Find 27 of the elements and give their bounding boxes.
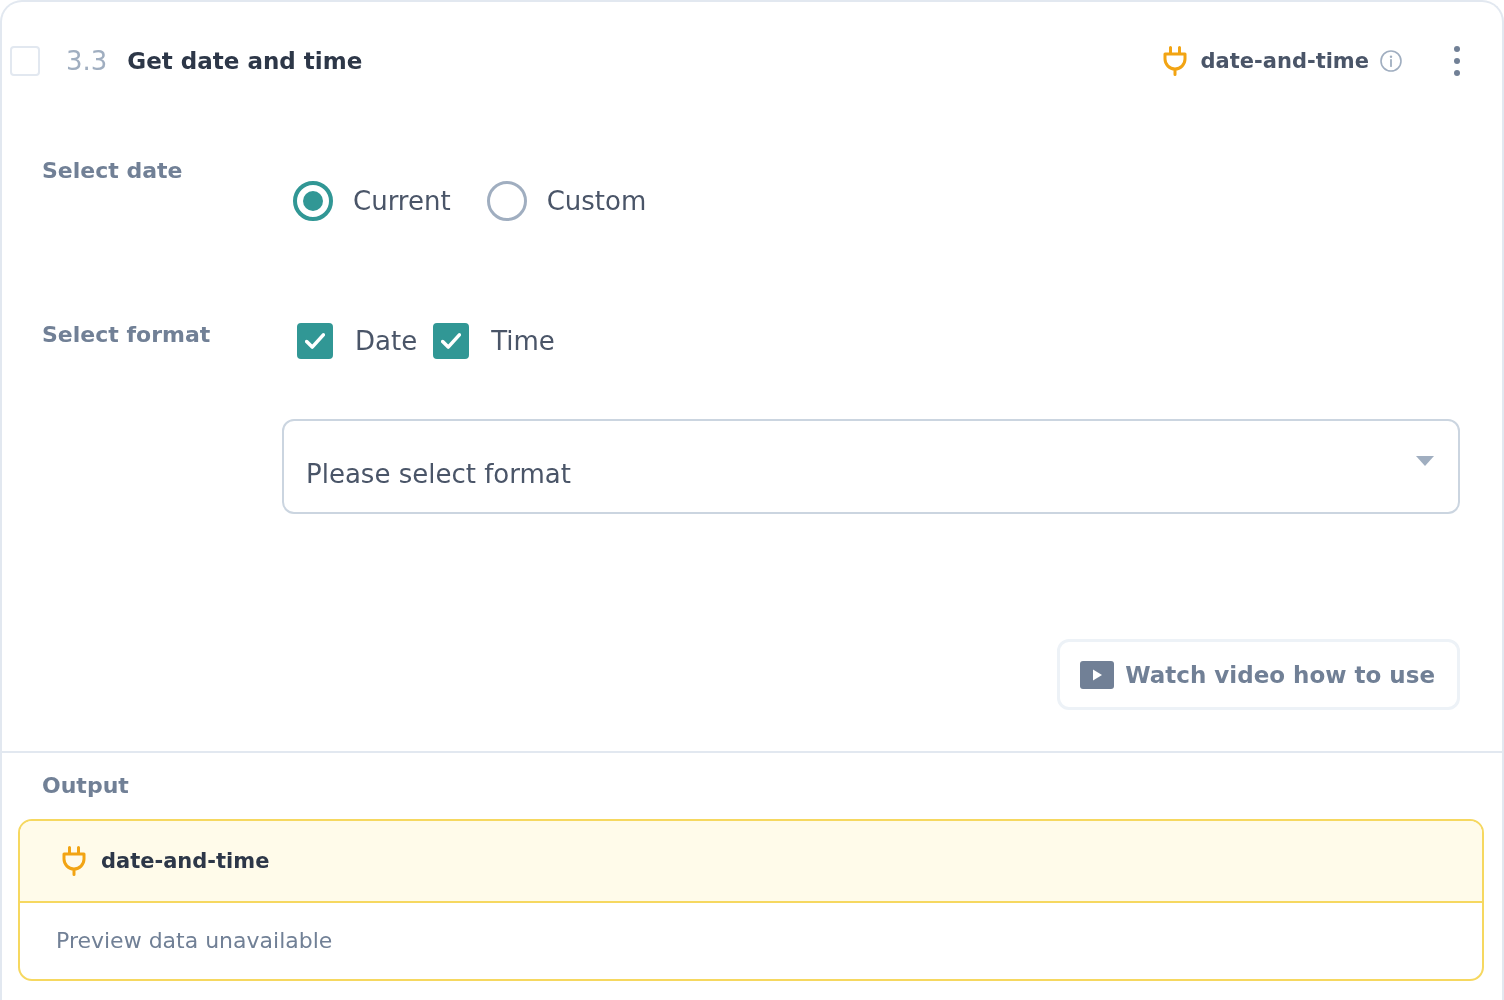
- step-number: 3.3: [66, 46, 108, 76]
- checkbox[interactable]: [433, 323, 470, 359]
- output-title: Output: [42, 772, 129, 800]
- step-checkbox[interactable]: [10, 46, 40, 76]
- checkbox-label[interactable]: Time: [491, 325, 555, 357]
- radio-button[interactable]: [486, 181, 527, 221]
- check-icon: [305, 333, 325, 349]
- radio-button[interactable]: [293, 181, 333, 221]
- check-icon: [441, 333, 462, 349]
- video-play-icon: [1080, 660, 1115, 689]
- field-label: Select date: [42, 157, 183, 185]
- field-label: Select format: [42, 321, 211, 349]
- step-title: Get date and time: [127, 47, 363, 76]
- radio-label[interactable]: Custom: [546, 185, 647, 217]
- plug-icon: [62, 846, 86, 876]
- caret-icon: [1416, 455, 1434, 466]
- plug-icon: [1162, 46, 1187, 76]
- more-options-icon[interactable]: [1454, 46, 1460, 76]
- info-icon[interactable]: [1380, 50, 1402, 72]
- app-name: date-and-time: [1200, 48, 1369, 75]
- radio-label[interactable]: Current: [353, 185, 451, 217]
- watch-video-button[interactable]: Watch video how to use: [1057, 639, 1460, 710]
- checkbox[interactable]: [297, 323, 333, 359]
- checkbox-label[interactable]: Date: [355, 325, 418, 357]
- format-dropdown[interactable]: Please select format: [282, 419, 1460, 514]
- app-name: date-and-time: [101, 848, 270, 875]
- preview-text: Preview data unavailable: [56, 927, 333, 955]
